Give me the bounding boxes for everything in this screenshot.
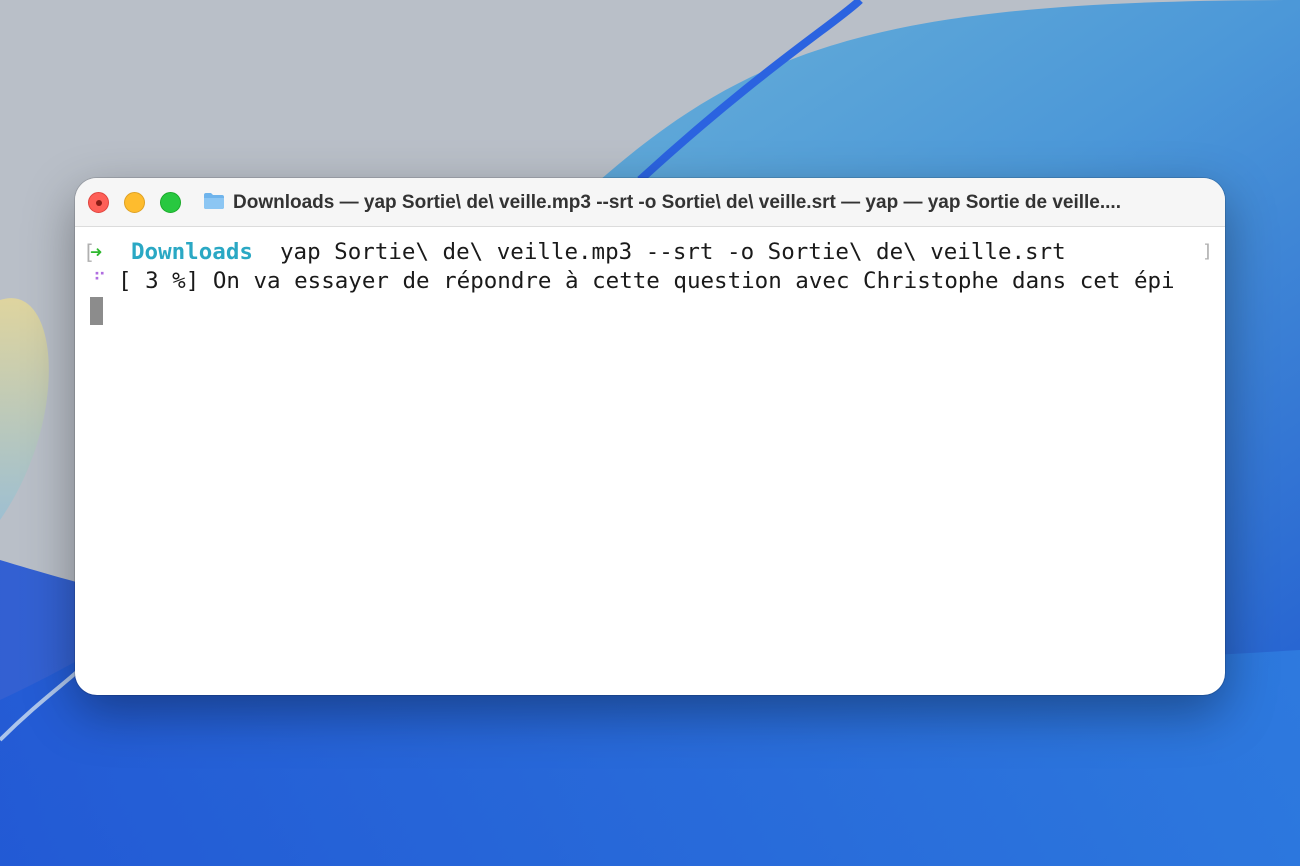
close-window-button[interactable]	[88, 192, 109, 213]
window-title: Downloads — yap Sortie\ de\ veille.mp3 -…	[233, 192, 1121, 213]
close-dot-icon	[96, 200, 102, 206]
output-line: ⠋ [ 3 %] On va essayer de répondre à cet…	[83, 266, 1213, 296]
minimize-window-button[interactable]	[124, 192, 145, 213]
progress-output: [ 3 %] On va essayer de répondre à cette…	[118, 268, 1175, 294]
prompt-cwd: Downloads	[131, 239, 253, 265]
terminal-content[interactable]: [ ➜ Downloads yap Sortie\ de\ veille.mp3…	[75, 227, 1225, 695]
terminal-window[interactable]: Downloads — yap Sortie\ de\ veille.mp3 -…	[75, 178, 1225, 695]
spinner-icon: ⠋	[93, 270, 107, 291]
prompt-command: yap Sortie\ de\ veille.mp3 --srt -o Sort…	[280, 239, 1066, 265]
window-titlebar[interactable]: Downloads — yap Sortie\ de\ veille.mp3 -…	[75, 178, 1225, 227]
prompt-arrow-icon: ➜	[90, 240, 103, 264]
prompt-bracket-close: ]	[1202, 241, 1213, 262]
folder-icon	[204, 193, 224, 209]
terminal-cursor	[90, 297, 103, 325]
prompt-line: [ ➜ Downloads yap Sortie\ de\ veille.mp3…	[83, 237, 1213, 267]
zoom-window-button[interactable]	[160, 192, 181, 213]
